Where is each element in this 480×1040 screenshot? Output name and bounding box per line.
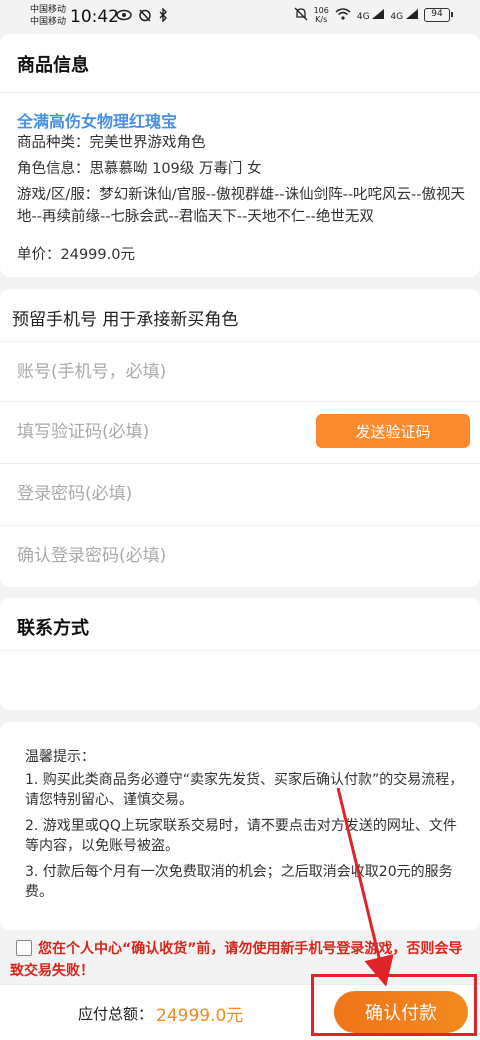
signal-1: 4G <box>356 8 385 22</box>
password-input[interactable] <box>17 478 297 510</box>
battery-indicator: 94 <box>424 8 453 22</box>
alarm-off-icon <box>138 8 152 26</box>
tips-card: 温馨提示： 1. 购买此类商品务必遵守“卖家先发货、买家后确认付款”的交易流程，… <box>0 722 480 930</box>
server-info: 游戏/区/服：梦幻新诛仙/官服--傲视群雄--诛仙剑阵--叱咤风云--傲视天地-… <box>17 187 466 225</box>
total-amount: 24999.0元 <box>156 1006 244 1026</box>
eye-icon <box>116 9 132 25</box>
total-label: 应付总额： <box>78 1005 154 1023</box>
contact-card: 联系方式 <box>0 598 480 710</box>
phone-section-title: 预留手机号 用于承接新买角色 <box>12 310 239 330</box>
net-speed-value: 106 <box>313 6 329 15</box>
confirm-password-field-row <box>0 525 480 585</box>
signal-2: 4G <box>390 8 418 22</box>
carrier-1: 中国移动 <box>30 5 67 15</box>
signal-1-label: 4G <box>356 11 370 22</box>
product-section-title: 商品信息 <box>17 55 89 76</box>
contact-section-title: 联系方式 <box>17 618 89 639</box>
mute-icon <box>294 7 308 24</box>
product-name[interactable]: 全满高伤女物理红瑰宝 <box>17 108 177 132</box>
carrier-2: 中国移动 <box>30 17 67 27</box>
net-speed-unit: K/s <box>315 15 328 24</box>
tip-item: 1. 购买此类商品务必遵守“卖家先发货、买家后确认付款”的交易流程，请您特别留心… <box>25 772 464 808</box>
role-info: 角色信息：思慕慕呦 109级 万毒门 女 <box>17 161 262 177</box>
tip-item: 3. 付款后每个月有一次免费取消的机会；之后取消会收取20元的服务费。 <box>25 864 453 900</box>
carrier-info: 中国移动 中国移动 <box>30 4 66 28</box>
unit-price: 单价：24999.0元 <box>17 247 135 263</box>
status-icons-right: 106 K/s 4G 4G 94 <box>294 6 453 24</box>
divider <box>0 650 480 651</box>
verification-code-input[interactable] <box>17 416 297 448</box>
confirm-password-input[interactable] <box>17 540 297 572</box>
wifi-icon <box>335 7 351 23</box>
tips-title: 温馨提示： <box>25 749 95 765</box>
account-field-row <box>0 341 480 401</box>
product-info-card: 商品信息 全满高伤女物理红瑰宝 商品种类：完美世界游戏角色 角色信息：思慕慕呦 … <box>0 34 480 277</box>
code-field-row: 发送验证码 <box>0 401 480 461</box>
net-speed: 106 K/s <box>314 6 329 24</box>
password-field-row <box>0 463 480 523</box>
divider <box>0 92 480 93</box>
status-time: 10:42 <box>70 7 119 27</box>
status-bar: 中国移动 中国移动 10:42 106 K/s 4G 4G 94 <box>0 0 480 34</box>
tip-item: 2. 游戏里或QQ上玩家联系交易时，请不要点击对方发送的网址、文件等内容，以免账… <box>25 818 457 854</box>
send-code-button[interactable]: 发送验证码 <box>316 414 470 448</box>
highlight-box-annotation <box>311 974 477 1036</box>
phone-binding-card: 预留手机号 用于承接新买角色 发送验证码 <box>0 289 480 587</box>
product-type: 商品种类：完美世界游戏角色 <box>17 135 206 151</box>
bluetooth-icon <box>158 7 168 26</box>
signal-2-label: 4G <box>390 11 404 22</box>
account-input[interactable] <box>17 356 297 388</box>
status-icons-left <box>116 7 168 26</box>
